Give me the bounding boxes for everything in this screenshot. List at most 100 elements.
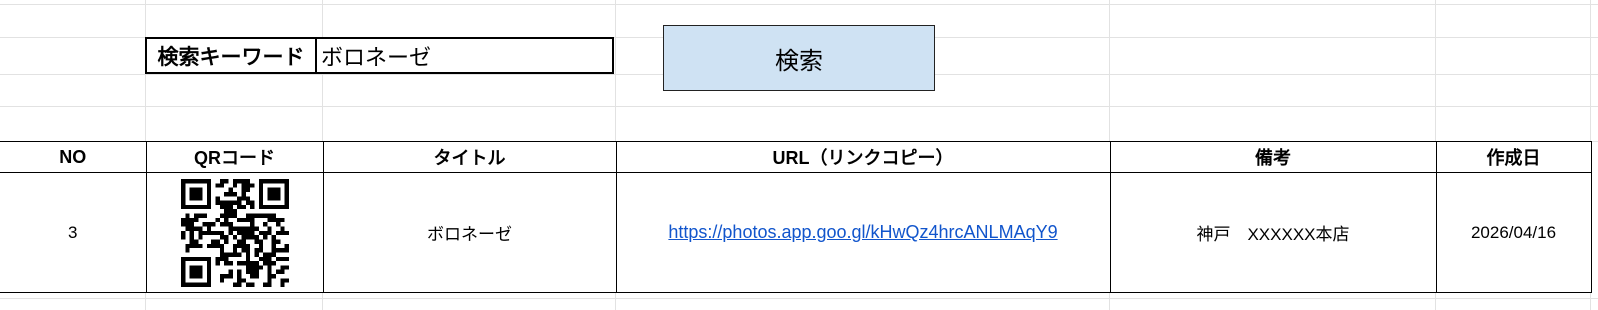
qr-module [240, 195, 246, 201]
qr-module [258, 256, 263, 261]
qr-module [193, 282, 198, 287]
qr-module [253, 273, 259, 278]
qr-module [249, 234, 254, 239]
cell-no[interactable]: 3 [0, 172, 147, 293]
qr-module [279, 204, 285, 209]
cell-title[interactable]: ボロネーゼ [322, 172, 617, 293]
qr-module [215, 260, 220, 265]
qr-module [245, 217, 250, 222]
qr-module [210, 238, 216, 244]
qr-module [262, 256, 267, 261]
qr-module [189, 195, 194, 201]
qr-module [249, 260, 254, 265]
qr-module [180, 204, 185, 209]
qr-module [202, 178, 207, 183]
qr-module [279, 269, 285, 274]
qr-module [232, 234, 237, 239]
qr-module [262, 260, 267, 265]
qr-module [184, 221, 190, 227]
qr-module [206, 195, 211, 201]
qr-module [266, 273, 272, 278]
qr-module [266, 269, 272, 274]
qr-module [184, 243, 190, 248]
qr-module [189, 226, 194, 231]
qr-module [223, 204, 229, 209]
qr-module [215, 182, 220, 188]
cell-url[interactable]: https://photos.app.goo.gl/kHwQz4hrcANLMA… [615, 172, 1111, 293]
qr-module [197, 226, 203, 231]
qr-module [223, 256, 229, 261]
qr-module [275, 221, 280, 227]
qr-module [206, 200, 211, 205]
qr-module [223, 238, 229, 244]
qr-module [258, 247, 263, 252]
cell-note[interactable]: 神戸 XXXXXX本店 [1109, 172, 1437, 293]
qr-module [197, 213, 203, 218]
qr-module [258, 230, 263, 235]
qr-module [279, 226, 285, 231]
qr-module [284, 195, 289, 201]
header-no: NO [0, 141, 147, 173]
qr-module [206, 273, 211, 278]
qr-module [193, 243, 198, 248]
qr-module [284, 243, 289, 248]
qr-module [266, 251, 272, 257]
qr-module [180, 234, 185, 239]
qr-module [189, 273, 194, 278]
qr-module [206, 264, 211, 270]
qr-module [232, 200, 237, 205]
qr-module [284, 256, 289, 261]
qr-module [180, 256, 185, 261]
qr-module [193, 226, 198, 231]
qr-module [193, 264, 198, 270]
qr-module [223, 200, 229, 205]
qr-module [219, 230, 224, 235]
qr-module [180, 178, 185, 183]
search-button[interactable]: 検索 [663, 25, 935, 91]
qr-module [219, 178, 224, 183]
qr-module [180, 182, 185, 188]
qr-module [279, 217, 285, 222]
qr-module [197, 269, 203, 274]
header-url: URL（リンクコピー） [615, 141, 1111, 173]
qr-module [258, 191, 263, 196]
search-keyword-input[interactable] [316, 37, 614, 74]
qr-module [184, 282, 190, 287]
qr-module [262, 282, 267, 287]
qr-module [284, 204, 289, 209]
qr-module [193, 213, 198, 218]
qr-module [275, 238, 280, 244]
qr-module [236, 269, 241, 274]
qr-module [275, 204, 280, 209]
qr-module [240, 230, 246, 235]
qr-module [197, 230, 203, 235]
qr-module [245, 264, 250, 270]
header-qr-code: QRコード [145, 141, 324, 173]
qr-module [266, 217, 272, 222]
qr-module [202, 213, 207, 218]
qr-module [184, 204, 190, 209]
qr-module [249, 213, 254, 218]
qr-module [258, 238, 263, 244]
qr-module [193, 256, 198, 261]
table-header-row: NO QRコード タイトル URL（リンクコピー） 備考 作成日 [0, 141, 1592, 173]
qr-module [219, 221, 224, 227]
qr-module [236, 230, 241, 235]
qr-code-icon[interactable] [180, 178, 289, 287]
qr-module [245, 182, 250, 188]
qr-module [245, 269, 250, 274]
qr-module [228, 230, 233, 235]
qr-module [266, 264, 272, 270]
qr-module [245, 247, 250, 252]
qr-module [249, 230, 254, 235]
qr-module [228, 208, 233, 214]
qr-module [245, 256, 250, 261]
qr-module [240, 217, 246, 222]
qr-module [197, 191, 203, 196]
url-link[interactable]: https://photos.app.goo.gl/kHwQz4hrcANLMA… [668, 222, 1057, 242]
cell-created-date[interactable]: 2026/04/16 [1435, 172, 1592, 293]
qr-module [245, 282, 250, 287]
qr-module [236, 273, 241, 278]
qr-module [215, 238, 220, 244]
cell-qr-code[interactable] [145, 172, 324, 293]
